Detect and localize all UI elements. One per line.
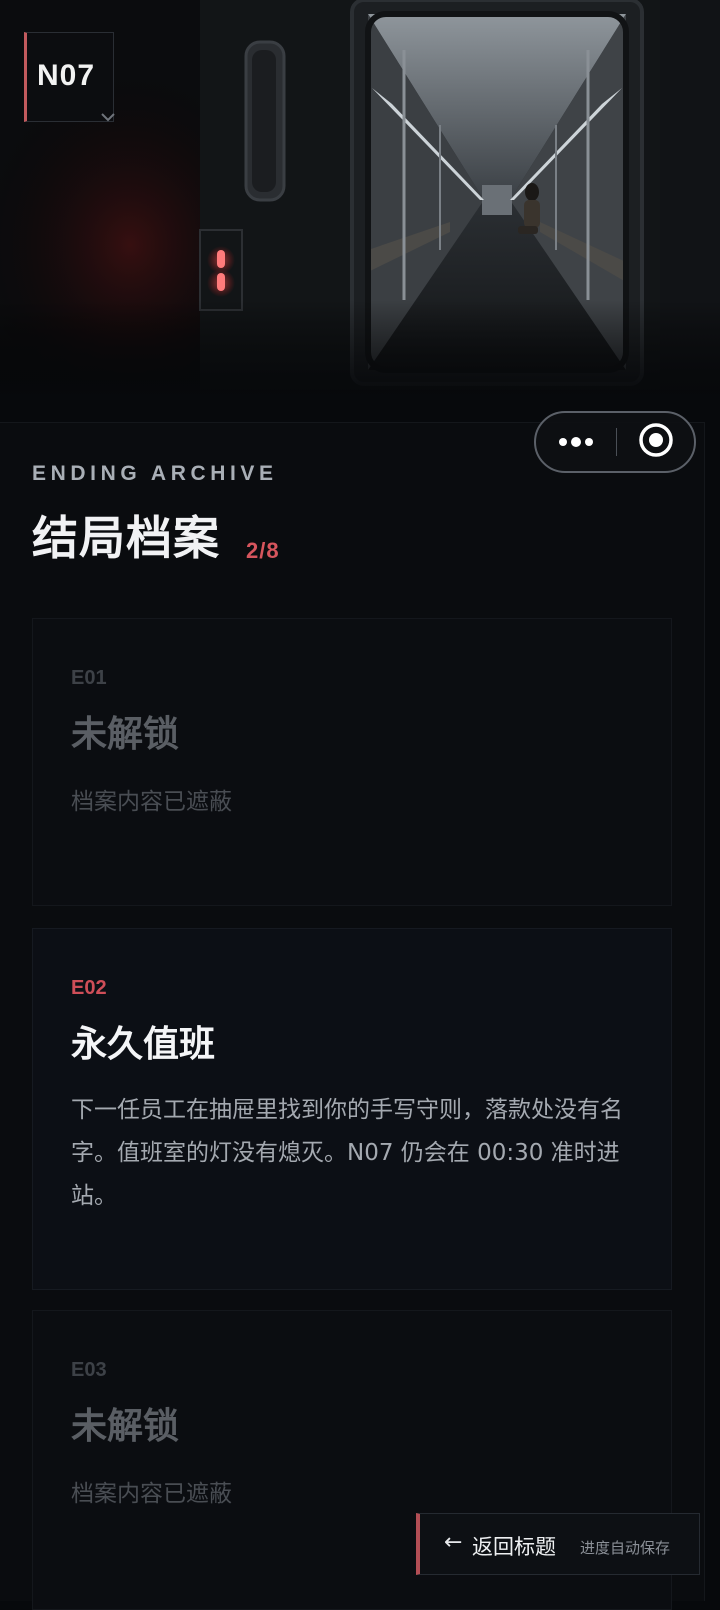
ending-desc: 档案内容已遮蔽 <box>71 1481 232 1507</box>
ending-desc: 下一任员工在抽屉里找到你的手写守则，落款处没有名字。值班室的灯没有熄灭。N07 … <box>71 1097 623 1209</box>
return-title-button[interactable]: ← 返回标题 进度自动保存 <box>416 1513 700 1575</box>
more-dots-icon <box>558 433 594 452</box>
autosave-hint: 进度自动保存 <box>580 1539 671 1557</box>
more-button[interactable] <box>536 413 616 471</box>
return-title-label: 返回标题 <box>472 1535 556 1559</box>
target-circle-icon <box>638 422 674 462</box>
line-badge[interactable]: N07 <box>24 32 115 122</box>
ending-name: 未解锁 <box>71 714 180 755</box>
line-code: N07 <box>37 59 96 92</box>
unlock-counter: 2/8 <box>246 538 280 563</box>
close-button[interactable] <box>617 413 694 471</box>
arrow-left-icon: ← <box>444 1530 463 1555</box>
ending-desc: 档案内容已遮蔽 <box>71 789 232 815</box>
ending-card-e02[interactable]: E02 永久值班 下一任员工在抽屉里找到你的手写守则，落款处没有名字。值班室的灯… <box>32 928 672 1290</box>
page-title: 结局档案 <box>32 511 220 565</box>
ending-code: E02 <box>71 977 107 999</box>
ending-code: E03 <box>71 1359 107 1381</box>
ending-card-e01[interactable]: E01 未解锁 档案内容已遮蔽 <box>32 618 672 906</box>
ending-code: E01 <box>71 667 107 689</box>
archive-eyebrow: ENDING ARCHIVE <box>32 462 278 485</box>
miniprogram-capsule <box>534 411 696 473</box>
ending-name: 永久值班 <box>71 1024 216 1065</box>
hero-image: N07 <box>0 0 720 400</box>
ending-name: 未解锁 <box>71 1406 180 1447</box>
